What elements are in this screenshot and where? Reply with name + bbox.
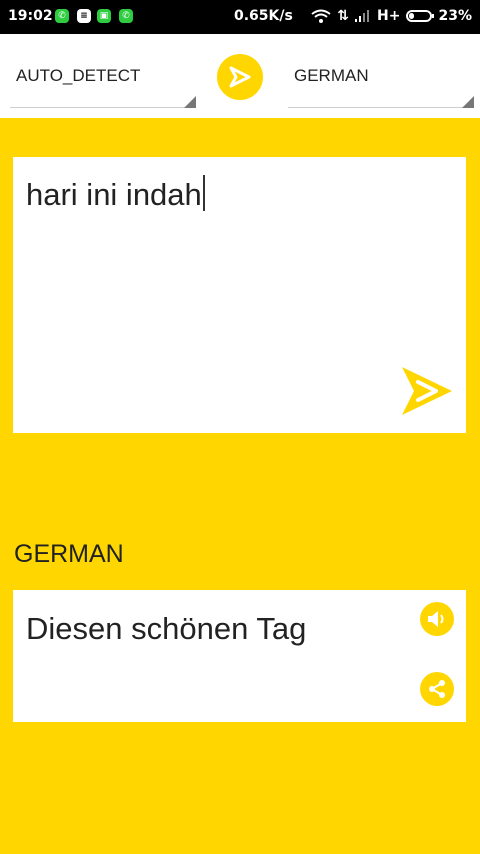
input-text-area[interactable]: hari ini indah — [13, 157, 466, 433]
network-speed: 0.65K/s — [234, 8, 293, 24]
speaker-icon — [428, 611, 444, 627]
source-language-spinner[interactable]: AUTO_DETECT — [10, 56, 196, 116]
share-button[interactable] — [420, 672, 454, 706]
spinner-underline — [10, 107, 196, 108]
wifi-icon — [311, 9, 331, 23]
send-arrow-icon — [229, 66, 251, 88]
status-bar: 19:02 ✆ ≡ ▣ ✆ 0.65K/s ⇅ H+ 23% — [0, 0, 480, 34]
message-icon: ≡ — [77, 9, 91, 23]
battery-percent: 23% — [438, 8, 472, 24]
output-language-label: GERMAN — [14, 540, 124, 568]
language-bar: AUTO_DETECT GERMAN — [0, 34, 480, 118]
whatsapp-icon: ✆ — [55, 9, 69, 23]
speak-button[interactable] — [420, 602, 454, 636]
swap-languages-button[interactable] — [217, 54, 263, 100]
translation-output-text: Diesen schönen Tag — [26, 611, 307, 646]
chat-icon: ▣ — [97, 9, 111, 23]
spinner-underline — [288, 107, 474, 108]
translate-button[interactable] — [398, 363, 456, 419]
status-time: 19:02 — [8, 8, 53, 24]
dropdown-arrow-icon — [462, 96, 474, 108]
share-icon — [429, 680, 445, 698]
dropdown-arrow-icon — [184, 96, 196, 108]
whatsapp-icon: ✆ — [119, 9, 133, 23]
target-language-spinner[interactable]: GERMAN — [288, 56, 474, 116]
data-transfer-icon: ⇅ — [337, 8, 350, 24]
battery-icon — [406, 10, 435, 22]
translation-output-card: Diesen schönen Tag — [13, 590, 466, 722]
signal-icon — [355, 10, 370, 22]
target-language-label: GERMAN — [294, 66, 369, 85]
source-language-label: AUTO_DETECT — [16, 66, 141, 85]
input-text: hari ini indah — [26, 177, 202, 212]
text-cursor — [202, 175, 205, 211]
network-type: H+ — [377, 8, 401, 24]
input-text-wrap: hari ini indah — [26, 175, 205, 213]
send-arrow-icon — [402, 367, 452, 415]
